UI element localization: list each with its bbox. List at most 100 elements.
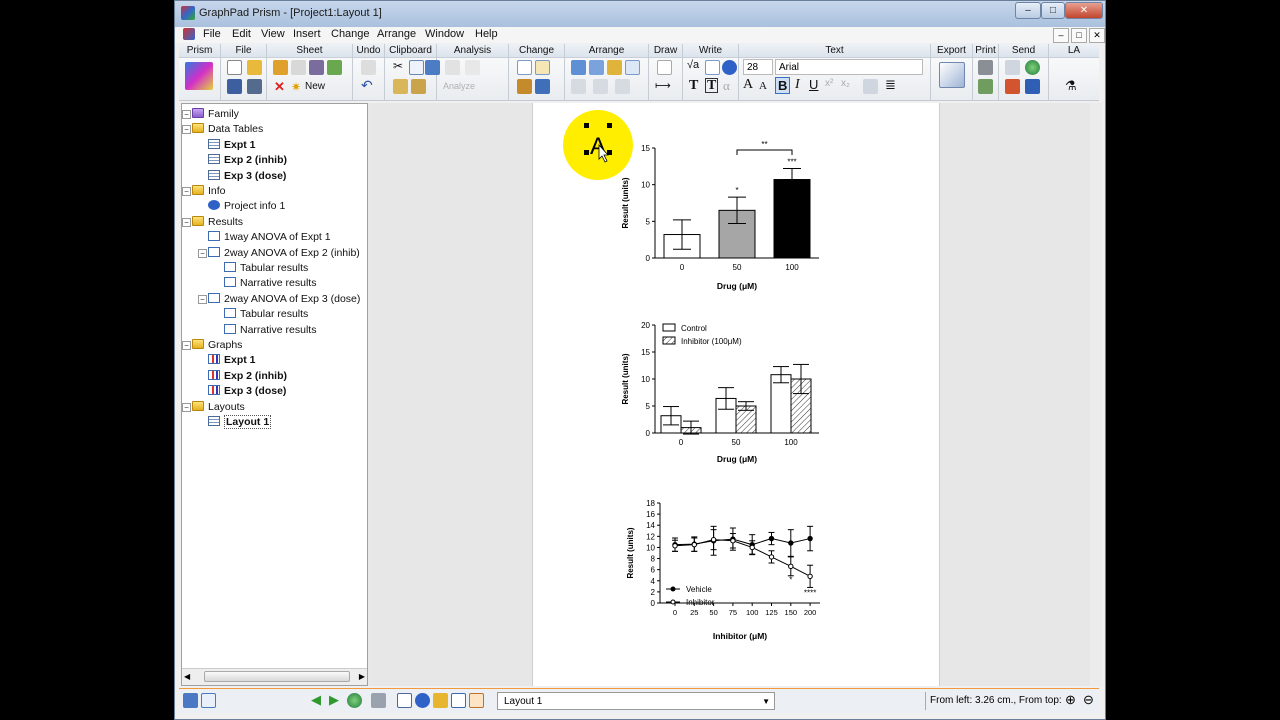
chart-3-line[interactable]: 0 2 4 6 8 10 12 14 16 18 Result (units) Inhibitor (… [626, 499, 820, 641]
prism-navigator-icon[interactable] [185, 62, 213, 90]
paste-icon[interactable] [393, 79, 408, 94]
font-name-select[interactable]: Arial [775, 59, 923, 75]
tree-item[interactable]: Exp 3 (dose) [208, 169, 286, 184]
minimize-button[interactable]: – [1015, 2, 1041, 19]
underline-button[interactable]: U [809, 77, 818, 92]
layout-sheet-icon[interactable] [469, 693, 484, 708]
bold-button[interactable]: B [775, 77, 791, 94]
tree-item[interactable]: Tabular results [224, 307, 308, 322]
undo-icon[interactable]: ↶ [361, 77, 373, 94]
lock-icon[interactable] [607, 60, 622, 75]
save-all-icon[interactable] [247, 79, 262, 94]
document-icon[interactable] [183, 28, 195, 40]
open-folder-icon[interactable] [247, 60, 262, 75]
change-settings-icon[interactable] [535, 79, 550, 94]
subscript-icon[interactable]: x₂ [841, 78, 850, 89]
bring-front-icon[interactable] [571, 60, 586, 75]
tree-collapse-icon[interactable]: − [182, 110, 191, 119]
doc-close-button[interactable]: ✕ [1089, 28, 1105, 43]
doc-restore-button[interactable]: □ [1071, 28, 1087, 43]
italic-button[interactable]: I [795, 77, 800, 93]
tree-item[interactable]: − Data Tables [182, 122, 263, 137]
tree-item[interactable]: − Info [182, 184, 226, 199]
draw-arrow-icon[interactable]: ⟼ [655, 79, 671, 92]
tree-item[interactable]: − Layouts [182, 400, 245, 415]
change-graph-type-icon[interactable] [517, 60, 532, 75]
align-text-icon[interactable]: ≣ [885, 77, 896, 93]
graph-sheet-icon[interactable] [451, 693, 466, 708]
go-forward-icon[interactable] [347, 693, 362, 708]
scroll-right-arrow-icon[interactable]: ▶ [359, 672, 365, 681]
tree-item[interactable]: Exp 2 (inhib) [208, 153, 287, 168]
menu-window[interactable]: Window [425, 28, 464, 40]
new-sheet-button[interactable]: New [305, 81, 325, 92]
equation-icon[interactable]: √a [687, 59, 699, 71]
menu-help[interactable]: Help [475, 28, 498, 40]
info-sheet-icon[interactable] [415, 693, 430, 708]
tree-item[interactable]: Exp 3 (dose) [208, 384, 286, 399]
superscript-icon[interactable]: x² [825, 78, 833, 89]
doc-minimize-button[interactable]: – [1053, 28, 1069, 43]
scroll-thumb[interactable] [204, 671, 350, 682]
pencil-icon[interactable] [273, 60, 288, 75]
menu-change[interactable]: Change [331, 28, 370, 40]
menu-edit[interactable]: Edit [232, 28, 251, 40]
shrink-font-icon[interactable]: A [759, 80, 767, 92]
gear-icon[interactable] [291, 60, 306, 75]
navigator-toggle-icon[interactable] [183, 693, 198, 708]
save-icon[interactable] [227, 79, 242, 94]
selection-handle[interactable] [607, 123, 612, 128]
print-preview-icon[interactable] [978, 79, 993, 94]
tree-collapse-icon[interactable]: − [182, 341, 191, 350]
label-a-object[interactable]: A [563, 110, 633, 180]
delete-sheet-icon[interactable]: ✕ [274, 79, 285, 95]
analyze-button[interactable]: Analyze [443, 81, 475, 91]
data-sheet-icon[interactable] [397, 693, 412, 708]
send-email-icon[interactable] [1005, 60, 1020, 75]
tree-collapse-icon[interactable]: − [198, 294, 207, 304]
link-icon[interactable] [371, 693, 386, 708]
copy-icon[interactable] [409, 60, 424, 75]
sheet-selector[interactable]: Layout 1 ▼ [497, 692, 775, 710]
next-sheet-icon[interactable]: ▶ [329, 693, 344, 708]
analysis-chart-icon[interactable] [445, 60, 460, 75]
send-word-icon[interactable] [1025, 79, 1040, 94]
tree-item[interactable]: Narrative results [224, 276, 316, 291]
new-sheet-icon[interactable]: ✷ [291, 80, 301, 94]
rotate-text-icon[interactable] [863, 79, 878, 94]
info-constant-icon[interactable] [722, 60, 737, 75]
zoom-in-icon[interactable]: ⊕ [1065, 693, 1080, 708]
menu-file[interactable]: File [203, 28, 221, 40]
align-left-icon[interactable] [571, 79, 586, 94]
lab-flask-icon[interactable]: ⚗ [1065, 78, 1077, 94]
distribute-icon[interactable] [615, 79, 630, 94]
embed-icon[interactable] [705, 60, 720, 75]
paste-special-icon[interactable] [411, 79, 426, 94]
tree-item[interactable]: 1way ANOVA of Expt 1 [208, 230, 331, 245]
tree-item[interactable]: − Graphs [182, 338, 242, 353]
tree-collapse-icon[interactable]: − [182, 402, 191, 412]
selection-handle[interactable] [584, 150, 589, 155]
text-tool-icon[interactable]: T [689, 78, 698, 94]
send-powerpoint-icon[interactable] [1005, 79, 1020, 94]
tree-collapse-icon[interactable]: − [182, 217, 191, 227]
results-sheet-icon[interactable] [433, 693, 448, 708]
maximize-button[interactable]: □ [1041, 2, 1065, 19]
tree-item[interactable]: Project info 1 [208, 199, 285, 214]
tree-item[interactable]: − Family [182, 107, 239, 122]
tree-item[interactable]: Expt 1 [208, 138, 256, 153]
tree-item[interactable]: Expt 1 [208, 353, 256, 368]
tree-collapse-icon[interactable]: − [198, 248, 207, 258]
menu-insert[interactable]: Insert [293, 28, 321, 40]
send-back-icon[interactable] [589, 60, 604, 75]
magic-wand-icon[interactable] [309, 60, 324, 75]
text-box-icon[interactable]: T [705, 78, 719, 93]
tree-item[interactable]: − 2way ANOVA of Exp 3 (dose) [198, 292, 360, 307]
new-file-icon[interactable] [227, 60, 242, 75]
chart-1-drug-bar[interactable]: 051015Result (units)Drug (μM)0 50*100****… [621, 140, 819, 291]
group-icon[interactable] [625, 60, 640, 75]
grow-font-icon[interactable]: A [743, 77, 753, 93]
align-center-icon[interactable] [593, 79, 608, 94]
tree-item[interactable]: Exp 2 (inhib) [208, 369, 287, 384]
tree-item[interactable]: Tabular results [224, 261, 308, 276]
